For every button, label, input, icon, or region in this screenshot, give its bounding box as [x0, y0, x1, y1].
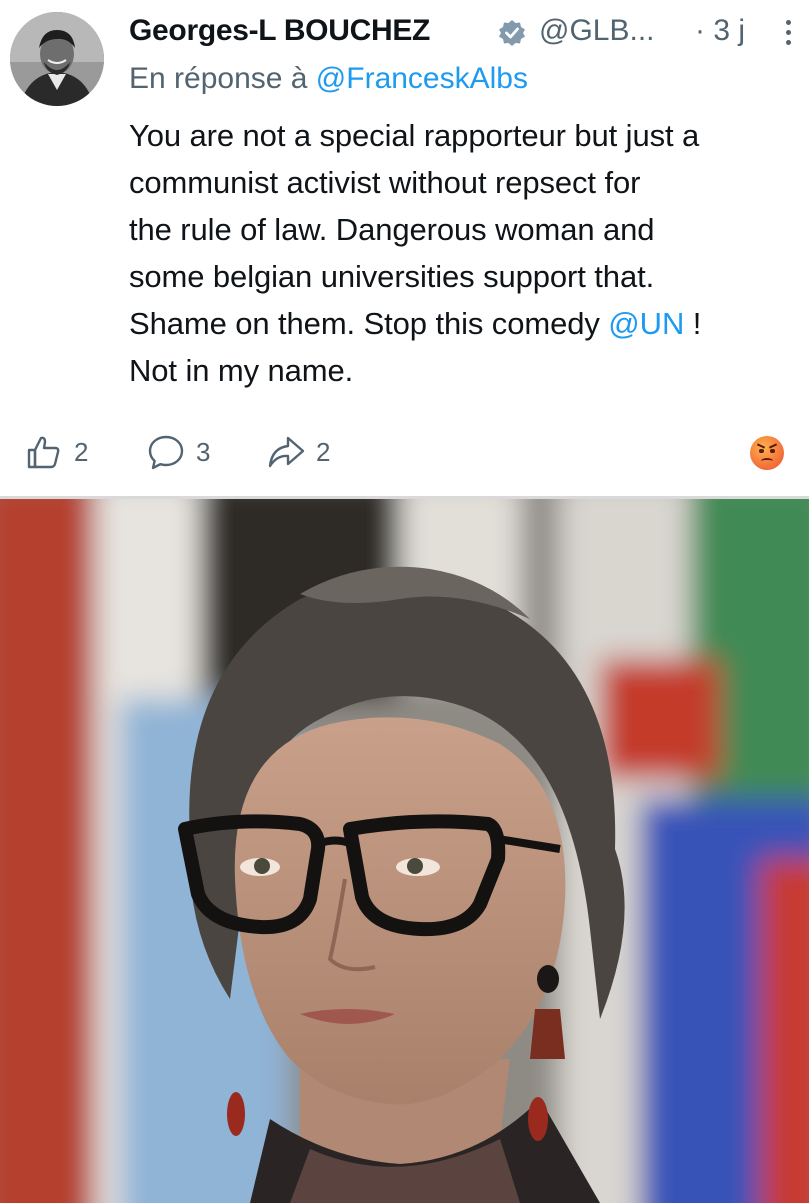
- post-body-text: Shame on them. Stop this comedy: [129, 306, 609, 341]
- author-avatar[interactable]: [10, 12, 104, 106]
- author-name[interactable]: Georges-L BOUCHEZ: [129, 14, 430, 48]
- post-body-line-with-mention: Shame on them. Stop this comedy @UN !: [129, 300, 809, 347]
- reply-prefix: En réponse à: [129, 62, 316, 95]
- post-body-line: some belgian universities support that.: [129, 259, 655, 294]
- post-time[interactable]: · 3 j: [695, 14, 745, 48]
- more-vertical-icon[interactable]: [783, 20, 793, 50]
- post-body-line: communist activist without repsect for: [129, 165, 641, 200]
- angry-face-icon[interactable]: [750, 436, 784, 470]
- portrait-image: [0, 499, 809, 1203]
- author-handle[interactable]: @GLB...: [539, 14, 655, 48]
- reply-to-mention[interactable]: @FranceskAlbs: [316, 62, 528, 95]
- post-body-line: You are not a special rapporteur but jus…: [129, 118, 700, 153]
- post-body-text: !: [684, 306, 702, 341]
- post-card: Georges-L BOUCHEZ @GLB... · 3 j En répon…: [0, 0, 809, 494]
- verified-badge-icon: [499, 20, 525, 46]
- reply-context: En réponse à @FranceskAlbs: [129, 62, 528, 96]
- action-bar: 2 3 2: [0, 428, 809, 476]
- thumbs-up-icon: [27, 436, 60, 469]
- post-photo[interactable]: [0, 496, 809, 1203]
- post-body-line: Not in my name.: [129, 353, 354, 388]
- post-body: You are not a special rapporteur but jus…: [129, 112, 809, 394]
- post-body-line: the rule of law. Dangerous woman and: [129, 212, 655, 247]
- comment-icon: [148, 435, 184, 470]
- share-count: 2: [316, 436, 331, 467]
- un-mention[interactable]: @UN: [608, 306, 684, 341]
- reply-button[interactable]: 3: [146, 428, 210, 476]
- like-count: 2: [74, 436, 89, 467]
- like-button[interactable]: 2: [24, 428, 88, 476]
- share-arrow-icon: [268, 436, 305, 468]
- post-header: Georges-L BOUCHEZ @GLB... · 3 j: [129, 10, 809, 54]
- reply-count: 3: [196, 436, 211, 467]
- share-button[interactable]: 2: [266, 428, 330, 476]
